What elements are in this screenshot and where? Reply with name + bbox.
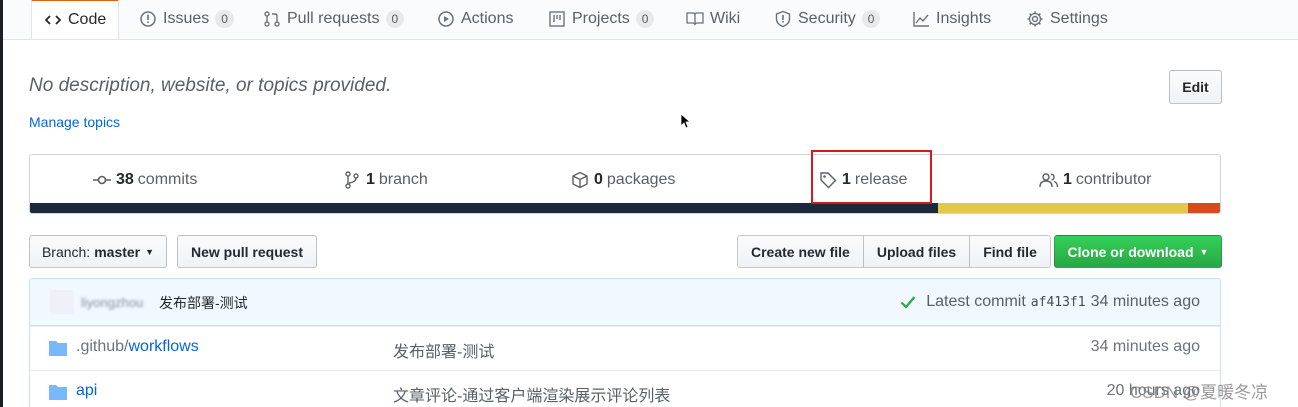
folder-icon: [49, 341, 67, 356]
graph-icon: [912, 10, 930, 28]
package-icon: [570, 170, 590, 190]
file-age: 34 minutes ago: [1090, 338, 1200, 355]
projects-count: 0: [635, 10, 655, 28]
latest-commit-bar: liyongzhou 发布部署-测试 Latest commit af413f1…: [30, 279, 1220, 326]
commits-label: commits: [137, 171, 198, 188]
branches-count: 1: [366, 171, 375, 188]
file-link[interactable]: api: [76, 382, 97, 399]
file-commit-message[interactable]: 发布部署-测试: [393, 338, 494, 362]
commit-message[interactable]: 发布部署-测试: [159, 293, 248, 313]
commit-author[interactable]: liyongzhou: [81, 295, 143, 310]
language-bar[interactable]: [30, 203, 1220, 213]
tab-label: Code: [68, 11, 107, 28]
book-icon: [686, 10, 704, 28]
play-icon: [437, 10, 455, 28]
tab-pull-requests[interactable]: Pull requests 0: [263, 0, 405, 38]
file-name: api: [76, 382, 97, 400]
latest-commit-label: Latest commit: [926, 293, 1026, 310]
clone-label: Clone or download: [1067, 243, 1194, 260]
file-commit-message[interactable]: 文章评论-通过客户端渲染展示评论列表: [393, 382, 670, 406]
security-count: 0: [861, 10, 881, 28]
commits-count: 38: [116, 171, 134, 188]
branch-select-button[interactable]: Branch: master ▼: [29, 235, 167, 268]
branch-icon: [342, 170, 362, 190]
packages-label: packages: [606, 171, 676, 188]
tab-wiki[interactable]: Wiki: [686, 0, 740, 38]
file-navigation: liyongzhou 发布部署-测试 Latest commit af413f1…: [29, 278, 1221, 407]
project-icon: [548, 10, 566, 28]
commit-icon: [92, 170, 112, 190]
tab-code[interactable]: Code: [31, 0, 120, 39]
tab-security[interactable]: Security 0: [774, 0, 881, 38]
commit-time: 34 minutes ago: [1090, 293, 1200, 310]
branch-name: master: [94, 243, 141, 260]
tab-settings[interactable]: Settings: [1026, 0, 1108, 38]
contributors-count: 1: [1063, 171, 1072, 188]
packages-count: 0: [594, 171, 603, 188]
people-icon: [1039, 170, 1059, 190]
caret-down-icon: ▼: [145, 246, 155, 257]
tab-projects[interactable]: Projects 0: [548, 0, 655, 38]
branches-link[interactable]: 1 branch: [342, 170, 428, 190]
gear-icon: [1026, 10, 1044, 28]
check-icon[interactable]: [900, 295, 916, 309]
shield-icon: [774, 10, 792, 28]
tab-label: Issues: [163, 10, 210, 27]
window-edge: [0, 0, 3, 407]
file-row: api 文章评论-通过客户端渲染展示评论列表 20 hours ago: [30, 370, 1220, 407]
caret-down-icon: ▼: [1199, 246, 1209, 257]
issue-icon: [139, 10, 157, 28]
pull-requests-count: 0: [385, 10, 405, 28]
release-highlight-box: [811, 150, 932, 204]
avatar[interactable]: [50, 290, 74, 314]
file-link[interactable]: workflows: [128, 338, 198, 355]
tab-label: Pull requests: [287, 10, 380, 27]
language-segment[interactable]: [937, 203, 1188, 213]
contributors-label: contributor: [1075, 171, 1152, 188]
file-dir-prefix[interactable]: .github/: [76, 338, 128, 355]
tab-label: Security: [798, 10, 856, 27]
tab-label: Wiki: [710, 10, 741, 27]
tab-issues[interactable]: Issues 0: [139, 0, 234, 38]
tab-actions[interactable]: Actions: [437, 0, 513, 38]
edit-button[interactable]: Edit: [1169, 70, 1222, 104]
tab-label: Insights: [936, 10, 992, 27]
manage-topics-link[interactable]: Manage topics: [29, 114, 120, 130]
upload-files-button[interactable]: Upload files: [863, 236, 971, 267]
tab-label: Settings: [1050, 10, 1108, 27]
file-name: .github/workflows: [76, 338, 199, 356]
create-new-file-button[interactable]: Create new file: [738, 236, 864, 267]
tab-label: Actions: [461, 10, 514, 27]
folder-icon: [49, 385, 67, 400]
commit-sha-link[interactable]: af413f1: [1031, 295, 1086, 310]
new-pull-request-button[interactable]: New pull request: [177, 235, 317, 268]
clone-or-download-button[interactable]: Clone or download ▼: [1054, 235, 1222, 268]
repo-nav: Code Issues 0 Pull requests 0 Actions Pr…: [3, 0, 1298, 40]
branch-prefix: Branch:: [41, 243, 91, 260]
tab-label: Projects: [572, 10, 630, 27]
commits-link[interactable]: 38 commits: [92, 170, 197, 190]
issues-count: 0: [215, 10, 234, 28]
language-segment[interactable]: [30, 203, 938, 213]
code-icon: [44, 11, 62, 29]
branches-label: branch: [378, 171, 428, 188]
file-row: .github/workflows 发布部署-测试 34 minutes ago: [30, 326, 1220, 370]
tab-insights[interactable]: Insights: [912, 0, 991, 38]
repo-description: No description, website, or topics provi…: [29, 75, 392, 96]
mouse-cursor-icon: [680, 113, 690, 129]
pull-request-icon: [263, 10, 281, 28]
contributors-link[interactable]: 1 contributor: [1039, 170, 1152, 190]
find-file-button[interactable]: Find file: [970, 236, 1050, 267]
numbers-summary: 38 commits 1 branch 0 packages 1 release…: [29, 154, 1221, 214]
watermark: CSDN @夏暖冬凉: [1130, 383, 1269, 402]
language-segment[interactable]: [1187, 203, 1220, 213]
latest-commit-info: Latest commit af413f1 34 minutes ago: [900, 293, 1200, 311]
file-actions-group: Create new file Upload files Find file: [737, 235, 1051, 268]
packages-link[interactable]: 0 packages: [570, 170, 675, 190]
